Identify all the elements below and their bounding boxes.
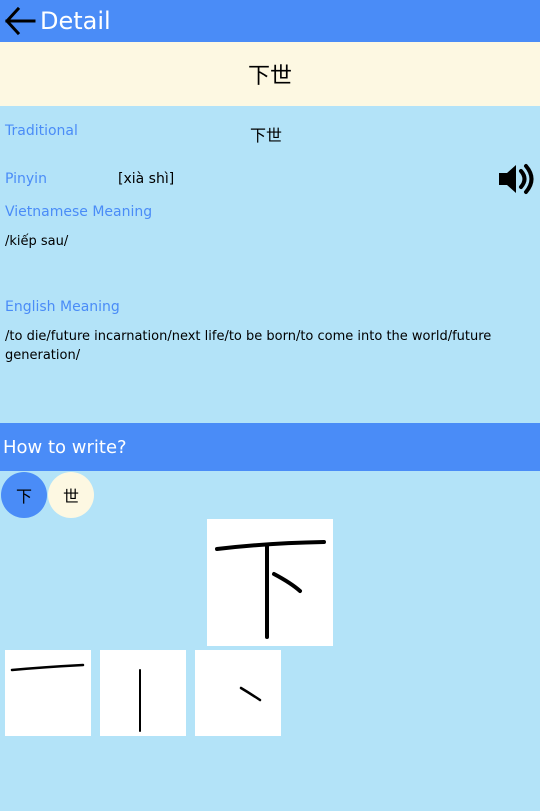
traditional-value: 下世: [250, 126, 283, 145]
english-value: /to die/future incarnation/next life/to …: [5, 329, 492, 363]
pinyin-label: Pinyin: [5, 171, 47, 187]
character-tab-2[interactable]: 世: [48, 472, 94, 518]
how-to-write-header: How to write?: [0, 423, 540, 471]
play-audio-button[interactable]: [497, 163, 535, 195]
simplified-word: 下世: [247, 64, 292, 89]
english-label: English Meaning: [5, 299, 120, 315]
vietnamese-label: Vietnamese Meaning: [5, 204, 153, 220]
top-bar: Detail: [0, 0, 540, 42]
stroke-step-3: [195, 650, 281, 736]
character-tab-1[interactable]: 下: [1, 472, 47, 518]
stroke-order-animation: [207, 519, 333, 646]
back-button[interactable]: [0, 0, 36, 42]
stroke-step-2: [100, 650, 186, 736]
page-title: Detail: [40, 7, 111, 35]
pinyin-value: [xià shì]: [118, 171, 175, 187]
word-header: 下世: [0, 42, 540, 106]
speaker-icon: [499, 164, 534, 194]
arrow-left-icon: [4, 6, 36, 36]
how-to-write-title: How to write?: [3, 436, 127, 458]
traditional-label: Traditional: [5, 123, 78, 139]
stroke-step-1: [5, 650, 91, 736]
vietnamese-value: /kiếp sau/: [5, 234, 69, 249]
